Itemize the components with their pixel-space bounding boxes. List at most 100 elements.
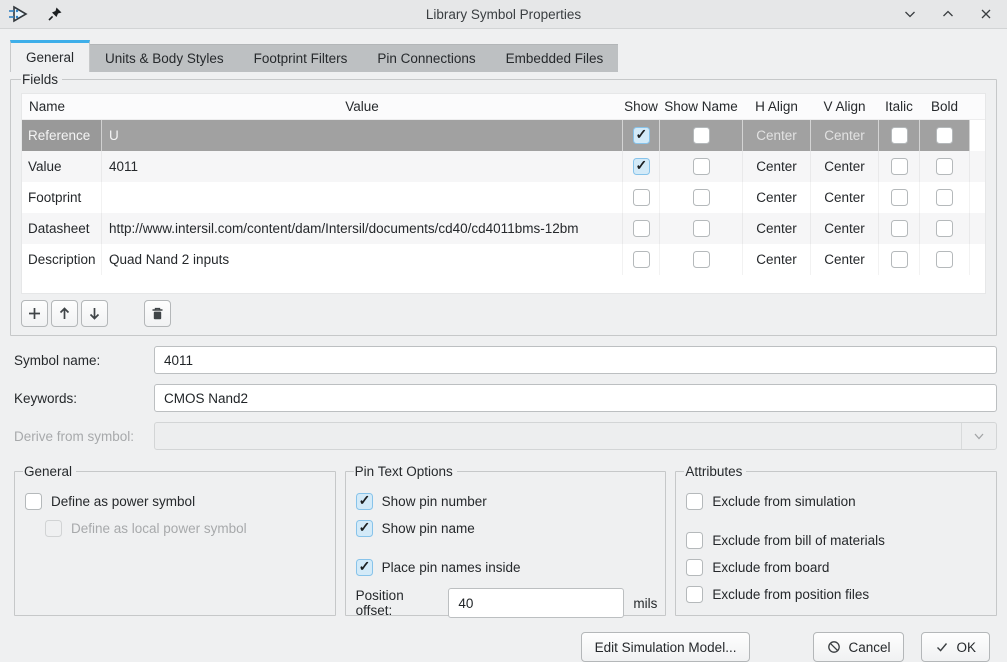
option-show-pin-name[interactable]: Show pin name	[356, 520, 658, 537]
table-row-description[interactable]: DescriptionQuad Nand 2 inputsCenterCente…	[22, 244, 985, 275]
delete-field-button[interactable]	[144, 300, 171, 327]
table-row-value[interactable]: Value4011CenterCenter	[22, 151, 985, 182]
checkbox[interactable]	[686, 586, 703, 603]
checkbox[interactable]	[686, 493, 703, 510]
checkbox[interactable]	[693, 251, 710, 268]
tab-pin-connections[interactable]: Pin Connections	[362, 45, 490, 72]
checkbox-label: Place pin names inside	[382, 560, 521, 575]
option-show-pin-number[interactable]: Show pin number	[356, 493, 658, 510]
chevron-down-icon	[961, 423, 996, 449]
arrow-up-icon	[57, 306, 72, 321]
tab-general[interactable]: General	[10, 40, 90, 72]
checkbox[interactable]	[936, 251, 953, 268]
symbol-name-row: Symbol name:	[14, 346, 997, 374]
pin-text-options-group: Pin Text Options Show pin number Show pin…	[345, 464, 667, 616]
column-header-italic[interactable]: Italic	[879, 94, 920, 119]
table-row-datasheet[interactable]: Datasheethttp://www.intersil.com/content…	[22, 213, 985, 244]
keywords-input[interactable]	[154, 384, 997, 412]
column-header-h-align[interactable]: H Align	[743, 94, 811, 119]
position-offset-unit: mils	[633, 596, 657, 611]
column-header-value[interactable]: Value	[102, 94, 623, 119]
pin-text-options-title: Pin Text Options	[354, 464, 457, 479]
fields-toolbar	[21, 300, 986, 327]
column-header-bold[interactable]: Bold	[920, 94, 970, 119]
checkbox-label: Define as local power symbol	[71, 521, 247, 536]
trash-icon	[150, 306, 165, 321]
move-field-down-button[interactable]	[81, 300, 108, 327]
move-field-up-button[interactable]	[51, 300, 78, 327]
checkbox[interactable]	[356, 493, 373, 510]
column-header-v-align[interactable]: V Align	[811, 94, 879, 119]
tab-units-body-styles[interactable]: Units & Body Styles	[90, 45, 239, 72]
close-icon[interactable]	[979, 7, 993, 21]
checkbox[interactable]	[693, 127, 710, 144]
option-define-as-local-power-symbol: Define as local power symbol	[45, 520, 327, 537]
checkbox[interactable]	[936, 220, 953, 237]
checkbox[interactable]	[891, 158, 908, 175]
fields-table[interactable]: NameValueShowShow NameH AlignV AlignItal…	[21, 93, 986, 294]
table-row-footprint[interactable]: FootprintCenterCenter	[22, 182, 985, 213]
checkbox[interactable]	[936, 127, 953, 144]
option-exclude-from-bill-of-materials[interactable]: Exclude from bill of materials	[686, 532, 988, 549]
checkbox[interactable]	[936, 189, 953, 206]
keywords-row: Keywords:	[14, 384, 997, 412]
add-field-button[interactable]	[21, 300, 48, 327]
checkbox[interactable]	[633, 127, 650, 144]
tab-footprint-filters[interactable]: Footprint Filters	[239, 45, 363, 72]
position-offset-row: Position offset: mils	[356, 588, 658, 618]
general-options: Define as power symbol Define as local po…	[23, 493, 327, 537]
pin-icon[interactable]	[47, 6, 63, 22]
maximize-icon[interactable]	[941, 7, 955, 21]
checkbox[interactable]	[633, 189, 650, 206]
position-offset-label: Position offset:	[356, 588, 440, 618]
checkbox[interactable]	[891, 220, 908, 237]
checkbox[interactable]	[25, 493, 42, 510]
checkbox[interactable]	[633, 158, 650, 175]
checkbox[interactable]	[356, 559, 373, 576]
tab-strip: Units & Body Styles Footprint Filters Pi…	[90, 44, 618, 72]
column-header-show[interactable]: Show	[623, 94, 660, 119]
checkbox-label: Exclude from board	[712, 560, 829, 575]
checkbox[interactable]	[693, 189, 710, 206]
checkbox[interactable]	[693, 220, 710, 237]
fields-group: Fields NameValueShowShow NameH AlignV Al…	[10, 72, 997, 336]
symbol-name-input[interactable]	[154, 346, 997, 374]
checkbox	[45, 520, 62, 537]
option-place-pin-names-inside[interactable]: Place pin names inside	[356, 559, 658, 576]
plus-icon	[27, 306, 42, 321]
checkbox[interactable]	[891, 189, 908, 206]
fields-table-header: NameValueShowShow NameH AlignV AlignItal…	[22, 94, 985, 120]
derive-from-symbol-row: Derive from symbol:	[14, 422, 997, 450]
general-group: General Define as power symbolDefine as …	[14, 464, 336, 616]
attribute-options: Exclude from simulation Exclude from bill…	[684, 493, 988, 603]
checkbox[interactable]	[891, 251, 908, 268]
checkbox[interactable]	[891, 127, 908, 144]
edit-simulation-model-label: Edit Simulation Model...	[595, 640, 737, 655]
checkbox-label: Show pin number	[382, 494, 487, 509]
option-exclude-from-simulation[interactable]: Exclude from simulation	[686, 493, 988, 510]
checkbox[interactable]	[633, 220, 650, 237]
window-title: Library Symbol Properties	[0, 7, 1007, 22]
general-group-title: General	[23, 464, 76, 479]
option-define-as-power-symbol[interactable]: Define as power symbol	[25, 493, 327, 510]
tab-embedded-files[interactable]: Embedded Files	[491, 45, 619, 72]
checkbox-label: Show pin name	[382, 521, 475, 536]
arrow-down-icon	[87, 306, 102, 321]
fields-group-title: Fields	[21, 72, 62, 87]
checkbox[interactable]	[693, 158, 710, 175]
position-offset-input[interactable]	[448, 588, 624, 618]
check-icon	[935, 640, 949, 654]
column-header-show-name[interactable]: Show Name	[660, 94, 743, 119]
checkbox[interactable]	[633, 251, 650, 268]
checkbox[interactable]	[686, 559, 703, 576]
app-symbol-editor-icon	[9, 4, 31, 24]
column-header-name[interactable]: Name	[22, 94, 102, 119]
option-exclude-from-board[interactable]: Exclude from board	[686, 559, 988, 576]
checkbox[interactable]	[686, 532, 703, 549]
checkbox[interactable]	[936, 158, 953, 175]
option-exclude-from-position-files[interactable]: Exclude from position files	[686, 586, 988, 603]
checkbox[interactable]	[356, 520, 373, 537]
cancel-icon	[827, 640, 841, 654]
minimize-icon[interactable]	[903, 7, 917, 21]
table-row-reference[interactable]: ReferenceUCenterCenter	[22, 120, 985, 151]
